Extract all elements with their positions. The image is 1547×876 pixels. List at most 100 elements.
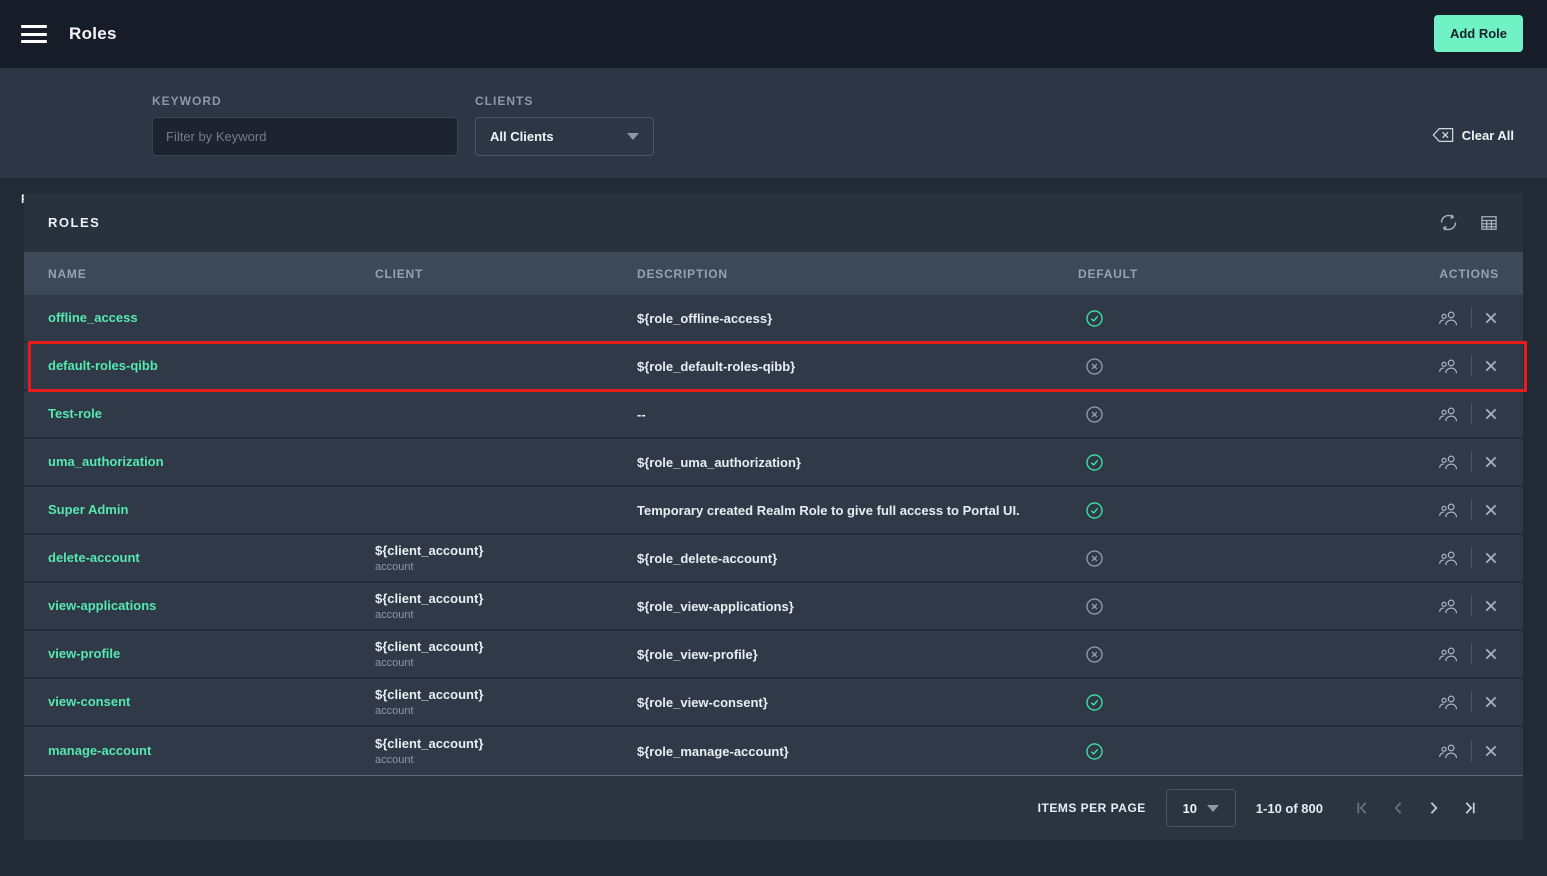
delete-role-icon[interactable]: [1483, 406, 1499, 422]
role-description: ${role_view-consent}: [637, 695, 1078, 710]
role-name-link[interactable]: Test-role: [48, 406, 102, 421]
delete-role-icon[interactable]: [1483, 502, 1499, 518]
column-default: DEFAULT: [1078, 267, 1424, 281]
last-page-icon[interactable]: [1459, 797, 1481, 819]
table-row: view-profile ${client_account} account $…: [24, 631, 1523, 679]
role-description: Temporary created Realm Role to give ful…: [637, 503, 1078, 518]
actions-divider: [1471, 403, 1472, 425]
actions-divider: [1471, 307, 1472, 329]
actions-divider: [1471, 643, 1472, 665]
table-row: Super Admin Temporary created Realm Role…: [24, 487, 1523, 535]
items-per-page-value: 10: [1183, 801, 1197, 816]
clear-all-label: Clear All: [1462, 128, 1514, 143]
roles-card-title: ROLES: [48, 215, 1438, 230]
default-check-icon: [1085, 453, 1104, 472]
delete-role-icon[interactable]: [1483, 550, 1499, 566]
role-name-link[interactable]: view-profile: [48, 646, 120, 661]
keyword-input[interactable]: [152, 117, 458, 156]
role-name-link[interactable]: view-applications: [48, 598, 156, 613]
pagination-bar: ITEMS PER PAGE 10 1-10 of 800: [24, 775, 1523, 840]
topbar: Roles Add Role: [0, 0, 1547, 68]
default-check-icon: [1085, 309, 1104, 328]
assign-users-icon[interactable]: [1437, 500, 1460, 520]
default-cross-icon: [1085, 645, 1104, 664]
clients-label: CLIENTS: [475, 94, 654, 108]
table-row: view-applications ${client_account} acco…: [24, 583, 1523, 631]
delete-role-icon[interactable]: [1483, 646, 1499, 662]
page-title: Roles: [69, 24, 117, 44]
delete-role-icon[interactable]: [1483, 694, 1499, 710]
assign-users-icon[interactable]: [1437, 308, 1460, 328]
role-description: ${role_offline-access}: [637, 311, 1078, 326]
delete-role-icon[interactable]: [1483, 743, 1499, 759]
client-cell: [375, 317, 637, 320]
assign-users-icon[interactable]: [1437, 404, 1460, 424]
default-cross-icon: [1085, 549, 1104, 568]
default-check-icon: [1085, 742, 1104, 761]
default-cross-icon: [1085, 357, 1104, 376]
filter-bar: FILTER KEYWORD CLIENTS All Clients Clear…: [0, 68, 1547, 178]
delete-role-icon[interactable]: [1483, 454, 1499, 470]
client-cell: ${client_account} account: [375, 736, 637, 766]
actions-divider: [1471, 499, 1472, 521]
table-row: default-roles-qibb ${role_default-roles-…: [24, 343, 1523, 391]
role-name-link[interactable]: manage-account: [48, 743, 151, 758]
assign-users-icon[interactable]: [1437, 452, 1460, 472]
client-cell: [375, 509, 637, 512]
actions-divider: [1471, 595, 1472, 617]
column-description: DESCRIPTION: [637, 267, 1078, 281]
first-page-icon[interactable]: [1351, 797, 1373, 819]
assign-users-icon[interactable]: [1437, 596, 1460, 616]
default-check-icon: [1085, 501, 1104, 520]
keyword-label: KEYWORD: [152, 94, 458, 108]
chevron-down-icon: [1207, 805, 1219, 812]
assign-users-icon[interactable]: [1437, 548, 1460, 568]
role-name-link[interactable]: delete-account: [48, 550, 140, 565]
table-row: delete-account ${client_account} account…: [24, 535, 1523, 583]
chevron-down-icon: [627, 133, 639, 140]
delete-role-icon[interactable]: [1483, 358, 1499, 374]
table-row: offline_access ${role_offline-access}: [24, 295, 1523, 343]
clients-select[interactable]: All Clients: [475, 117, 654, 156]
assign-users-icon[interactable]: [1437, 356, 1460, 376]
assign-users-icon[interactable]: [1437, 741, 1460, 761]
client-cell: [375, 365, 637, 368]
column-client: CLIENT: [375, 267, 637, 281]
role-description: ${role_view-applications}: [637, 599, 1078, 614]
column-name: NAME: [48, 267, 375, 281]
default-check-icon: [1085, 693, 1104, 712]
role-description: --: [637, 407, 1078, 422]
client-cell: [375, 413, 637, 416]
assign-users-icon[interactable]: [1437, 692, 1460, 712]
clear-all-button[interactable]: Clear All: [1432, 127, 1514, 143]
role-name-link[interactable]: Super Admin: [48, 502, 128, 517]
role-name-link[interactable]: view-consent: [48, 694, 130, 709]
client-cell: ${client_account} account: [375, 639, 637, 669]
role-name-link[interactable]: offline_access: [48, 310, 138, 325]
menu-icon[interactable]: [21, 25, 47, 43]
role-description: ${role_default-roles-qibb}: [637, 359, 1078, 374]
refresh-icon[interactable]: [1438, 212, 1459, 233]
delete-role-icon[interactable]: [1483, 598, 1499, 614]
client-cell: ${client_account} account: [375, 591, 637, 621]
column-actions: ACTIONS: [1424, 267, 1499, 281]
previous-page-icon[interactable]: [1387, 797, 1409, 819]
roles-card: ROLES: [24, 193, 1523, 840]
table-columns-icon[interactable]: [1479, 213, 1499, 233]
pagination-range: 1-10 of 800: [1256, 801, 1323, 816]
role-description: ${role_view-profile}: [637, 647, 1078, 662]
actions-divider: [1471, 355, 1472, 377]
table-row: manage-account ${client_account} account…: [24, 727, 1523, 775]
add-role-button[interactable]: Add Role: [1434, 15, 1523, 52]
role-description: ${role_delete-account}: [637, 551, 1078, 566]
next-page-icon[interactable]: [1423, 797, 1445, 819]
delete-role-icon[interactable]: [1483, 310, 1499, 326]
assign-users-icon[interactable]: [1437, 644, 1460, 664]
table-body: offline_access ${role_offline-access}: [24, 295, 1523, 775]
client-cell: ${client_account} account: [375, 687, 637, 717]
items-per-page-select[interactable]: 10: [1166, 789, 1236, 827]
table-column-header: NAME CLIENT DESCRIPTION DEFAULT ACTIONS: [24, 252, 1523, 295]
role-name-link[interactable]: default-roles-qibb: [48, 358, 158, 373]
role-description: ${role_uma_authorization}: [637, 455, 1078, 470]
role-name-link[interactable]: uma_authorization: [48, 454, 164, 469]
